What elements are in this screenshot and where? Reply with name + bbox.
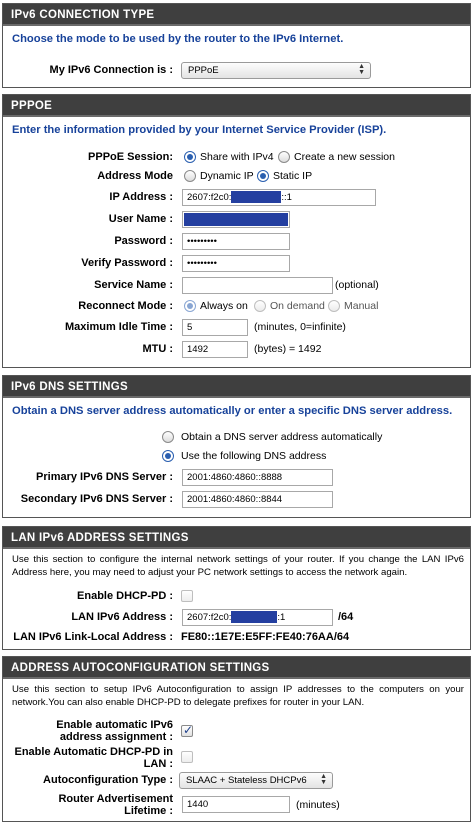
section-header: LAN IPv6 ADDRESS SETTINGS [3,527,470,549]
pppoe-session-label: PPPoE Session: [88,151,173,163]
autoconf-type-label: Autoconfiguration Type : [43,774,173,786]
session-new-radio[interactable] [278,151,290,163]
section-description: Enter the information provided by your I… [12,124,387,136]
user-name-label: User Name : [108,213,173,225]
address-mode-static-label: Static IP [273,170,313,182]
enable-auto-assign-label: Enable automatic IPv6 address assignment… [56,719,173,743]
redacted-block [231,611,278,624]
ipv6-dns-section: IPv6 DNS SETTINGS Obtain a DNS server ad… [2,375,471,518]
redacted-block [231,191,282,204]
select-arrows-icon: ▲ ▼ [320,773,327,786]
lan-ipv6-address-input[interactable]: 2607:f2c0::1 [182,609,333,626]
ipv6-settings-page: IPv6 CONNECTION TYPE Choose the mode to … [0,0,474,827]
session-new-label: Create a new session [294,151,395,163]
enable-dhcp-pd-checkbox[interactable] [181,590,193,602]
router-adv-lifetime-note: (minutes) [296,799,340,811]
reconnect-ondemand-label: On demand [270,300,325,312]
primary-dns-label: Primary IPv6 DNS Server : [36,471,173,483]
router-adv-lifetime-input[interactable]: 1440 [182,796,290,813]
ip-address-input[interactable]: 2607:f2c0:::1 [182,189,376,206]
mtu-label: MTU : [142,343,173,355]
reconnect-mode-label: Reconnect Mode : [78,300,173,312]
session-share-label: Share with IPv4 [200,151,274,163]
section-header: IPv6 DNS SETTINGS [3,376,470,398]
verify-password-label: Verify Password : [81,257,173,269]
primary-dns-input[interactable]: 2001:4860:4860::8888 [182,469,333,486]
lan-prefix-length: /64 [338,611,354,623]
address-mode-label: Address Mode [97,170,173,182]
enable-auto-assign-checkbox[interactable] [181,723,193,737]
pppoe-section: PPPOE Enter the information provided by … [2,94,471,368]
router-adv-lifetime-label: Router Advertisement Lifetime : [58,793,173,817]
verify-password-input[interactable]: ••••••••• [182,255,290,272]
password-label: Password : [114,235,173,247]
link-local-value: FE80::1E7E:E5FF:FE40:76AA/64 [181,631,350,643]
ip-address-label: IP Address : [109,191,173,203]
enable-auto-dhcp-pd-label: Enable Automatic DHCP-PD in LAN : [14,746,174,770]
service-name-note: (optional) [335,279,379,291]
service-name-input[interactable] [182,277,333,294]
dns-auto-radio[interactable] [162,431,174,443]
address-mode-dynamic-radio[interactable] [184,170,196,182]
secondary-dns-input[interactable]: 2001:4860:4860::8844 [182,491,333,508]
autoconf-section: ADDRESS AUTOCONFIGURATION SETTINGS Use t… [2,656,471,822]
enable-dhcp-pd-label: Enable DHCP-PD : [77,590,173,602]
link-local-label: LAN IPv6 Link-Local Address : [13,631,173,643]
password-input[interactable]: ••••••••• [182,233,290,250]
reconnect-manual-radio[interactable] [328,300,340,312]
max-idle-input[interactable]: 5 [182,319,248,336]
ipv6-connection-type-section: IPv6 CONNECTION TYPE Choose the mode to … [2,3,471,88]
autoconf-type-select[interactable]: SLAAC + Stateless DHCPv6 ▲ ▼ [179,772,333,789]
session-share-radio[interactable] [184,151,196,163]
connection-type-select[interactable]: PPPoE ▲ ▼ [181,62,371,79]
dns-manual-label: Use the following DNS address [181,450,327,462]
lan-ipv6-section: LAN IPv6 ADDRESS SETTINGS Use this secti… [2,526,471,650]
max-idle-label: Maximum Idle Time : [65,321,173,333]
connection-type-label: My IPv6 Connection is : [49,64,173,76]
address-mode-static-radio[interactable] [257,170,269,182]
service-name-label: Service Name : [94,279,173,291]
enable-auto-dhcp-pd-checkbox[interactable] [181,751,193,763]
section-description: Obtain a DNS server address automaticall… [12,405,453,417]
dns-manual-radio[interactable] [162,450,174,462]
section-description: Use this section to setup IPv6 Autoconfi… [12,684,464,708]
reconnect-ondemand-radio[interactable] [254,300,266,312]
lan-ipv6-address-label: LAN IPv6 Address : [71,611,173,623]
select-arrows-icon: ▲ ▼ [358,63,365,76]
reconnect-manual-label: Manual [344,300,379,312]
section-description: Use this section to configure the intern… [12,554,464,578]
secondary-dns-label: Secondary IPv6 DNS Server : [20,493,173,505]
dns-auto-label: Obtain a DNS server address automaticall… [181,431,383,443]
reconnect-always-label: Always on [200,300,248,312]
address-mode-dynamic-label: Dynamic IP [200,170,254,182]
redacted-block [184,213,288,226]
max-idle-note: (minutes, 0=infinite) [254,321,346,333]
mtu-input[interactable]: 1492 [182,341,248,358]
user-name-input[interactable] [182,211,290,228]
connection-type-value: PPPoE [188,65,219,76]
section-header: PPPOE [3,95,470,117]
autoconf-type-value: SLAAC + Stateless DHCPv6 [186,775,307,786]
section-header: ADDRESS AUTOCONFIGURATION SETTINGS [3,657,470,679]
section-description: Choose the mode to be used by the router… [12,33,344,45]
mtu-note: (bytes) = 1492 [254,343,322,355]
reconnect-always-radio[interactable] [184,300,196,312]
section-header: IPv6 CONNECTION TYPE [3,4,470,26]
